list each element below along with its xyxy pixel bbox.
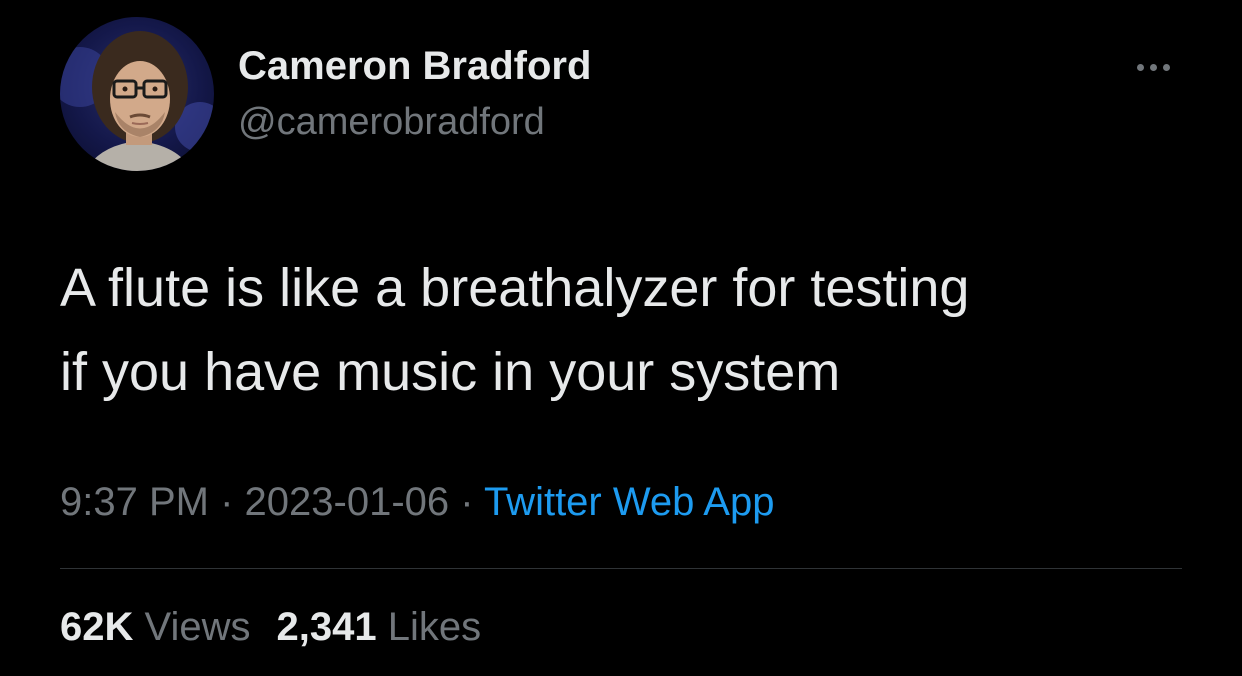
tweet-text-line: A flute is like a breathalyzer for testi… [60,258,970,318]
views-label[interactable]: Views [145,605,251,649]
tweet-stats: 62K Views 2,341 Likes [60,605,481,650]
author-display-name[interactable]: Cameron Bradford [238,44,591,89]
dot [1149,63,1157,71]
author-handle[interactable]: @camerobradford [238,101,545,144]
likes-count[interactable]: 2,341 [277,605,377,649]
dot [1162,63,1170,71]
tweet-text: A flute is like a breathalyzer for testi… [60,246,1200,414]
tweet-card: Cameron Bradford @camerobradford A flute… [0,0,1242,676]
avatar-photo [60,31,214,171]
separator: · [449,480,484,524]
more-dots-icon[interactable] [1128,52,1178,82]
tweet-source-link[interactable]: Twitter Web App [484,480,775,524]
avatar[interactable] [60,17,214,171]
tweet-time[interactable]: 9:37 PM [60,480,209,524]
dot [1136,63,1144,71]
likes-label[interactable]: Likes [388,605,481,649]
tweet-text-line: if you have music in your system [60,342,841,402]
tweet-date[interactable]: 2023-01-06 [245,480,450,524]
separator: · [208,480,245,524]
views-count[interactable]: 62K [60,605,133,649]
tweet-meta: 9:37 PM · 2023-01-06 · Twitter Web App [60,480,774,525]
divider [60,568,1182,569]
